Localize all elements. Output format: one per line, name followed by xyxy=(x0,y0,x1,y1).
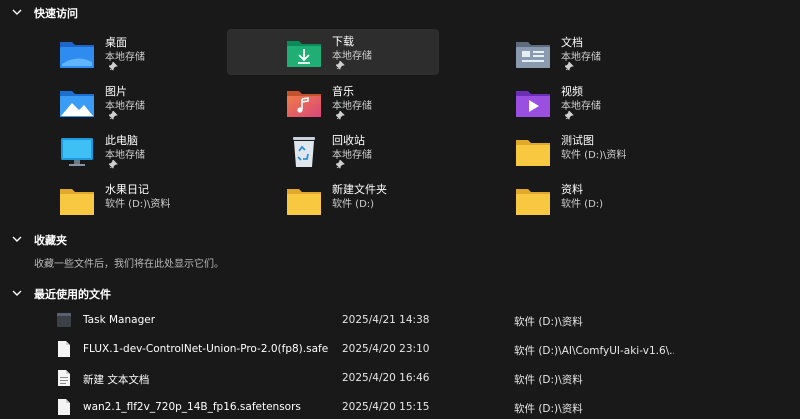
pin-icon xyxy=(336,160,345,169)
quick-access-item-materials[interactable]: 资料 软件 (D:) xyxy=(515,177,727,223)
item-location: 软件 (D:) xyxy=(332,199,375,210)
file-icon xyxy=(58,399,70,415)
folder-icon xyxy=(287,189,321,215)
file-date: 2025/4/20 15:15 xyxy=(342,401,430,413)
item-location: 本地存储 xyxy=(332,101,372,112)
chevron-down-icon[interactable] xyxy=(11,6,23,18)
recent-files-header[interactable]: 最近使用的文件 xyxy=(0,282,800,304)
file-location: 软件 (D:)\AI\ComfyUI-aki-v1.6\... xyxy=(514,345,674,357)
file-name: wan2.1_flf2v_720p_14B_fp16.safetensors xyxy=(83,401,301,413)
item-location: 软件 (D:)\资料 xyxy=(105,199,171,210)
documents-folder-icon xyxy=(516,42,550,68)
desktop-folder-icon xyxy=(60,42,94,68)
quick-access-item-recycle-bin[interactable]: 回收站 本地存储 xyxy=(286,128,498,174)
item-location: 本地存储 xyxy=(561,101,601,112)
item-location: 本地存储 xyxy=(105,52,145,63)
pin-icon xyxy=(336,61,345,70)
favorites-header[interactable]: 收藏夹 xyxy=(0,228,800,250)
chevron-down-icon[interactable] xyxy=(11,233,23,245)
folder-icon xyxy=(60,189,94,215)
file-date: 2025/4/21 14:38 xyxy=(342,314,430,326)
this-pc-icon xyxy=(61,138,93,166)
file-name: FLUX.1-dev-ControlNet-Union-Pro-2.0(fp8)… xyxy=(83,343,328,355)
folder-icon xyxy=(516,140,550,166)
item-location: 本地存储 xyxy=(105,101,145,112)
file-location: 软件 (D:)\资料 xyxy=(514,403,583,415)
item-location: 本地存储 xyxy=(105,150,145,161)
item-location: 本地存储 xyxy=(332,150,372,161)
section-title: 最近使用的文件 xyxy=(34,288,111,301)
file-date: 2025/4/20 16:46 xyxy=(342,372,430,384)
pin-icon xyxy=(109,111,118,120)
folder-icon xyxy=(516,189,550,215)
quick-access-item-pictures[interactable]: 图片 本地存储 xyxy=(59,79,271,125)
videos-folder-icon xyxy=(516,91,550,117)
section-title: 收藏夹 xyxy=(34,234,67,247)
item-location: 本地存储 xyxy=(561,52,601,63)
pin-icon xyxy=(109,62,118,71)
quick-access-item-downloads[interactable]: 下载 本地存储 xyxy=(227,29,439,75)
quick-access-item-test-images[interactable]: 测试图 软件 (D:)\资料 xyxy=(515,128,727,174)
pin-icon xyxy=(336,111,345,120)
quick-access-item-new-folder[interactable]: 新建文件夹 软件 (D:) xyxy=(286,177,498,223)
file-location: 软件 (D:)\资料 xyxy=(514,374,583,386)
downloads-folder-icon xyxy=(287,41,321,67)
text-file-icon xyxy=(58,370,70,386)
file-name: Task Manager xyxy=(83,314,156,326)
pin-icon xyxy=(109,160,118,169)
item-location: 本地存储 xyxy=(332,51,372,62)
file-name: 新建 文本文档 xyxy=(83,374,150,386)
quick-access-item-this-pc[interactable]: 此电脑 本地存储 xyxy=(59,128,271,174)
chevron-down-icon[interactable] xyxy=(11,287,23,299)
file-icon xyxy=(58,341,70,357)
file-location: 软件 (D:)\资料 xyxy=(514,316,583,328)
quick-access-item-videos[interactable]: 视频 本地存储 xyxy=(515,79,727,125)
quick-access-header[interactable]: 快速访问 xyxy=(0,1,800,23)
app-shortcut-icon xyxy=(57,313,71,327)
item-location: 软件 (D:)\资料 xyxy=(561,150,627,161)
quick-access-item-fruit-diary[interactable]: 水果日记 软件 (D:)\资料 xyxy=(59,177,271,223)
recycle-bin-icon xyxy=(293,137,315,167)
recent-file-row[interactable]: FLUX.1-dev-ControlNet-Union-Pro-2.0(fp8)… xyxy=(0,337,800,361)
quick-access-item-music[interactable]: 音乐 本地存储 xyxy=(286,79,498,125)
section-title: 快速访问 xyxy=(34,7,78,20)
recent-file-row[interactable]: wan2.1_flf2v_720p_14B_fp16.safetensors 2… xyxy=(0,395,800,419)
recent-file-row[interactable]: 新建 文本文档 2025/4/20 16:46 软件 (D:)\资料 xyxy=(0,366,800,390)
quick-access-item-documents[interactable]: 文档 本地存储 xyxy=(515,30,727,76)
item-location: 软件 (D:) xyxy=(561,199,604,210)
pin-icon xyxy=(565,62,574,71)
recent-file-row[interactable]: Task Manager 2025/4/21 14:38 软件 (D:)\资料 xyxy=(0,308,800,332)
pictures-folder-icon xyxy=(60,91,94,117)
file-date: 2025/4/20 23:10 xyxy=(342,343,430,355)
favorites-empty-text: 收藏一些文件后，我们将在此处显示它们。 xyxy=(34,259,224,270)
music-folder-icon xyxy=(287,91,321,117)
pin-icon xyxy=(565,111,574,120)
